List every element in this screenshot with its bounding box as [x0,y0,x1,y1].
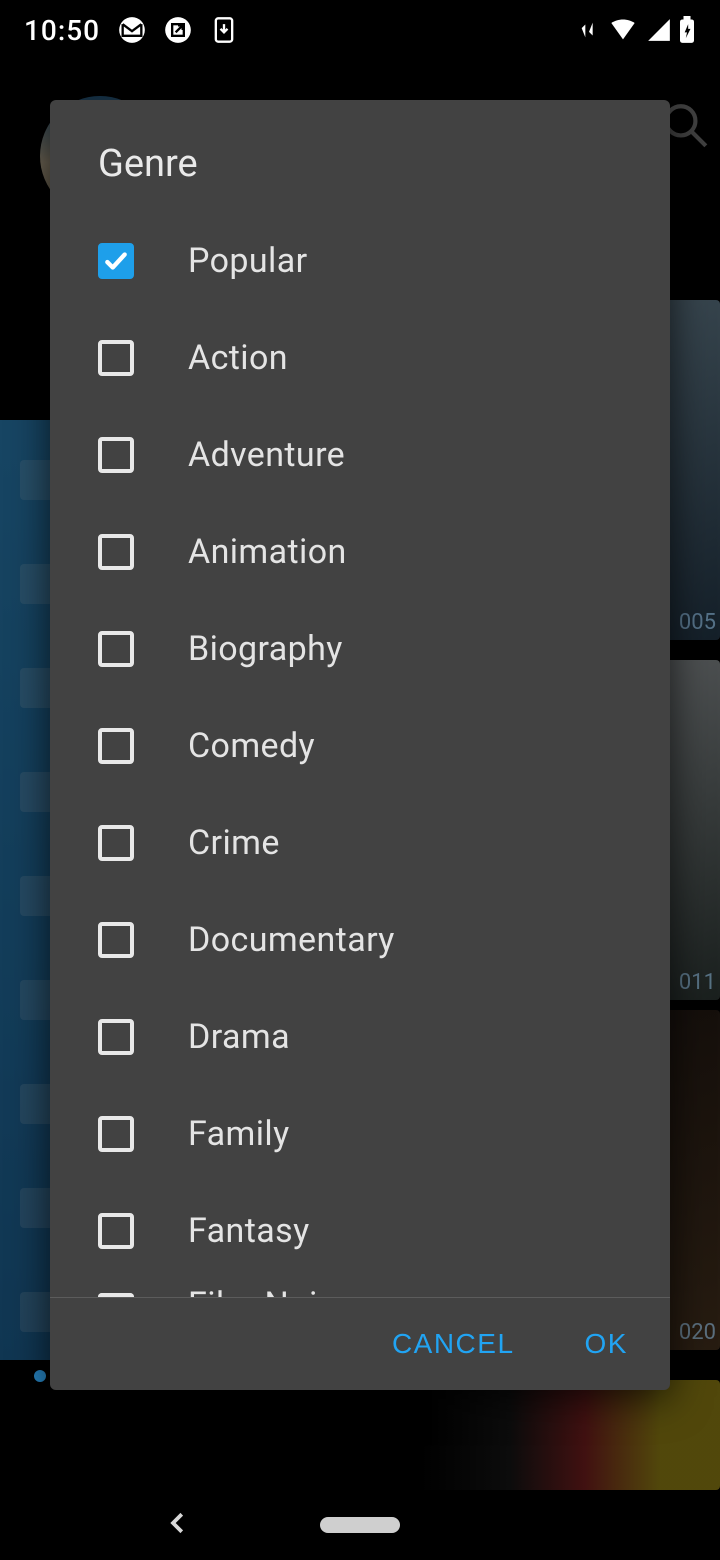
data-arrows-icon [578,16,600,44]
genre-row[interactable]: Popular [98,212,650,309]
dialog-title: Genre [50,100,670,212]
genre-row[interactable]: Biography [98,600,650,697]
genre-checkbox[interactable] [98,631,134,667]
genre-label: Comedy [188,726,315,766]
genre-label: Animation [188,532,347,572]
genre-label: Adventure [188,435,345,475]
poster-year: 011 [679,970,716,995]
genre-list[interactable]: Popular Action Adventure Animation Biography… [50,212,670,1297]
genre-row[interactable]: Fantasy [98,1182,650,1279]
gmail-icon [118,16,146,44]
cancel-button[interactable]: CANCEL [392,1328,515,1360]
clock: 10:50 [24,14,100,47]
genre-dialog: Genre Popular Action Adventure Animation Bio… [50,100,670,1390]
poster-year: 020 [679,1320,716,1345]
genre-checkbox[interactable] [98,825,134,861]
open-in-new-icon [164,16,192,44]
genre-checkbox[interactable] [98,922,134,958]
genre-row[interactable]: Crime [98,794,650,891]
genre-row[interactable]: Film-Noir [98,1279,650,1297]
download-icon [210,16,238,44]
genre-label: Biography [188,629,343,669]
back-icon[interactable] [163,1508,193,1542]
genre-checkbox[interactable] [98,1019,134,1055]
genre-row[interactable]: Action [98,309,650,406]
genre-label: Film-Noir [188,1285,330,1297]
genre-row[interactable]: Adventure [98,406,650,503]
wifi-badge: 5 [629,28,636,42]
genre-row[interactable]: Documentary [98,891,650,988]
genre-label: Fantasy [188,1211,310,1251]
status-bar: 10:50 5 [0,0,720,60]
genre-label: Crime [188,823,280,863]
genre-label: Family [188,1114,290,1154]
genre-checkbox[interactable] [98,437,134,473]
genre-row[interactable]: Family [98,1085,650,1182]
genre-row[interactable]: Drama [98,988,650,1085]
genre-checkbox[interactable] [98,1213,134,1249]
genre-checkbox[interactable] [98,1116,134,1152]
cellular-icon [646,16,672,44]
wifi-icon: 5 [606,16,640,44]
genre-checkbox[interactable] [98,728,134,764]
status-right: 5 [578,16,696,44]
genre-checkbox[interactable] [98,340,134,376]
genre-label: Documentary [188,920,395,960]
pager-dot [34,1370,46,1382]
genre-row[interactable]: Animation [98,503,650,600]
genre-label: Drama [188,1017,290,1057]
home-pill-icon[interactable] [320,1517,400,1533]
status-left: 10:50 [24,14,238,47]
genre-row[interactable]: Comedy [98,697,650,794]
genre-checkbox[interactable] [98,534,134,570]
genre-label: Popular [188,241,308,281]
ok-button[interactable]: OK [585,1328,628,1360]
genre-checkbox[interactable] [98,243,134,279]
battery-charging-icon [678,16,696,44]
dialog-actions: CANCEL OK [50,1297,670,1390]
poster-thumb [420,1380,720,1490]
system-navbar [0,1490,720,1560]
poster-year: 005 [679,610,716,635]
genre-label: Action [188,338,288,378]
